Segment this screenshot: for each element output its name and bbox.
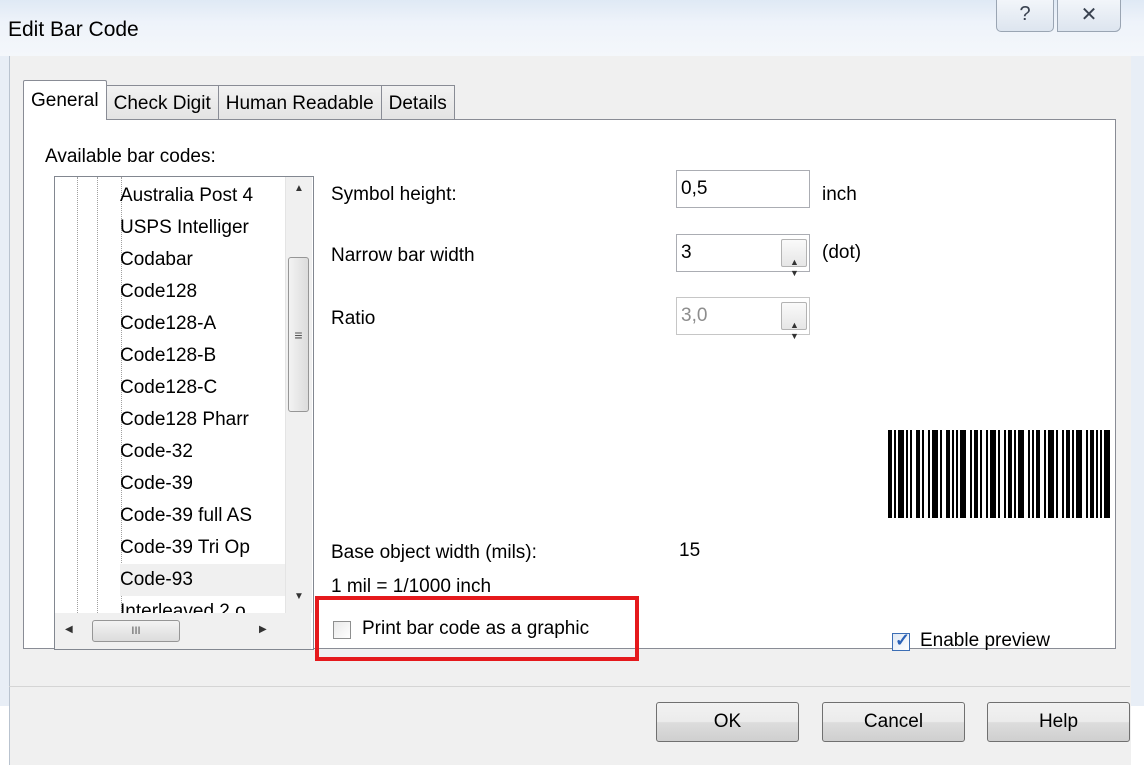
base-width-value: 15: [679, 540, 701, 561]
enable-preview-label[interactable]: Enable preview: [920, 630, 1050, 652]
tree-item[interactable]: Code128 Pharr: [120, 404, 295, 436]
close-icon[interactable]: ✕: [1057, 0, 1121, 32]
spin-down-icon[interactable]: ▼: [790, 255, 799, 291]
tab-human-readable[interactable]: Human Readable: [217, 85, 382, 120]
help-button[interactable]: Help: [987, 702, 1130, 742]
tree-item[interactable]: Codabar: [120, 244, 295, 276]
barcode-preview: [888, 430, 1110, 518]
enable-preview-checkbox[interactable]: ✓: [892, 630, 911, 651]
symbol-height-label: Symbol height:: [331, 184, 457, 205]
scroll-left-icon[interactable]: ◀: [65, 624, 73, 635]
help-glyph: ?: [1019, 2, 1031, 25]
tree-guide-line: [77, 177, 78, 649]
tab-details[interactable]: Details: [380, 85, 455, 120]
narrow-bar-width-input[interactable]: 3 ▲ ▼: [676, 234, 810, 278]
tab-general[interactable]: General: [23, 80, 107, 120]
tree-item[interactable]: USPS Intelliger: [120, 212, 295, 244]
symbol-height-unit: inch: [822, 184, 857, 205]
scroll-corner: [285, 613, 311, 649]
grip-icon: III: [131, 625, 141, 637]
tab-check-digit[interactable]: Check Digit: [105, 85, 219, 120]
print-graphic-label[interactable]: Print bar code as a graphic: [362, 618, 589, 640]
grip-icon: ≡: [294, 326, 303, 343]
available-barcodes-label: Available bar codes:: [45, 146, 216, 167]
button-separator: [9, 686, 1130, 687]
ratio-spinner: ▲ ▼: [781, 302, 807, 341]
ratio-input: 3,0 ▲ ▼: [676, 297, 810, 341]
tree-guide-line: [97, 177, 98, 649]
print-graphic-checkbox[interactable]: [333, 621, 351, 639]
scroll-down-icon[interactable]: ▼: [294, 591, 304, 602]
tree-item[interactable]: Code-39 Tri Op: [120, 532, 295, 564]
spin-down-icon: ▼: [790, 331, 799, 341]
narrow-bar-width-spinner[interactable]: ▲ ▼: [781, 239, 807, 278]
tree-item[interactable]: Code-39: [120, 468, 295, 500]
horizontal-scrollbar[interactable]: ◀ III ▶: [55, 613, 285, 649]
vertical-scroll-thumb[interactable]: ≡: [288, 257, 309, 412]
tree-item[interactable]: Code-32: [120, 436, 295, 468]
symbol-height-input[interactable]: 0,5: [676, 170, 810, 208]
narrow-bar-width-value: 3: [681, 242, 692, 263]
tree-item-selected[interactable]: Code-93: [120, 564, 295, 596]
window-title: Edit Bar Code: [8, 18, 139, 41]
tree-item[interactable]: Code128: [120, 276, 295, 308]
tree-item[interactable]: Australia Post 4: [120, 180, 295, 212]
tree-item[interactable]: Code-39 full AS: [120, 500, 295, 532]
close-glyph: ✕: [1080, 3, 1098, 26]
ratio-value: 3,0: [681, 305, 708, 326]
mil-note: 1 mil = 1/1000 inch: [331, 576, 492, 597]
tab-strip: General Check Digit Human Readable Detai…: [23, 80, 455, 120]
scroll-right-icon[interactable]: ▶: [259, 624, 267, 635]
window-frame-left: [0, 56, 9, 706]
narrow-bar-width-label: Narrow bar width: [331, 245, 475, 266]
barcode-tree[interactable]: Australia Post 4 USPS Intelliger Codabar…: [54, 176, 314, 650]
base-width-label: Base object width (mils):: [331, 542, 537, 563]
narrow-bar-width-unit: (dot): [822, 242, 862, 263]
tree-item[interactable]: Code128-B: [120, 340, 295, 372]
ok-button[interactable]: OK: [656, 702, 799, 742]
help-icon[interactable]: ?: [996, 0, 1054, 32]
tree-item[interactable]: Code128-C: [120, 372, 295, 404]
cancel-button[interactable]: Cancel: [822, 702, 965, 742]
title-bar: Edit Bar Code ? ✕: [0, 0, 1144, 56]
vertical-scrollbar[interactable]: ▲ ≡ ▼: [285, 177, 312, 613]
checkmark-icon: ✓: [895, 630, 911, 650]
ratio-label: Ratio: [331, 308, 376, 329]
window-frame-right: [1130, 56, 1144, 706]
horizontal-scroll-thumb[interactable]: III: [92, 620, 180, 642]
scroll-up-icon[interactable]: ▲: [294, 183, 304, 194]
tree-item[interactable]: Code128-A: [120, 308, 295, 340]
